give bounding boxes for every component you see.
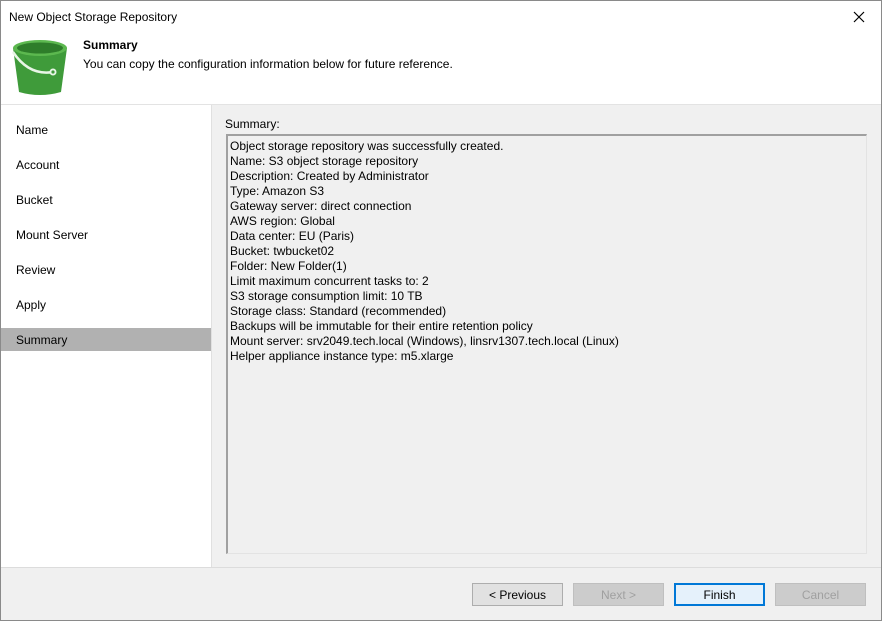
step-title: Summary xyxy=(83,38,138,52)
sidebar-item-label: Review xyxy=(16,262,56,277)
summary-line: Bucket: twbucket02 xyxy=(230,244,335,258)
summary-line: AWS region: Global xyxy=(230,214,335,228)
previous-button[interactable]: < Previous xyxy=(472,583,563,606)
summary-line: S3 storage consumption limit: 10 TB xyxy=(230,289,423,303)
window-title: New Object Storage Repository xyxy=(9,9,178,24)
sidebar-item-apply[interactable]: Apply xyxy=(1,293,211,316)
close-button[interactable] xyxy=(837,1,881,32)
sidebar-item-review[interactable]: Review xyxy=(1,258,211,281)
summary-line: Object storage repository was successful… xyxy=(230,139,504,153)
summary-line: Storage class: Standard (recommended) xyxy=(230,304,447,318)
sidebar-item-account[interactable]: Account xyxy=(1,153,211,176)
wizard-header: Summary You can copy the configuration i… xyxy=(1,32,881,105)
wizard-footer: < Previous Next > Finish Cancel xyxy=(1,567,881,620)
sidebar-item-bucket[interactable]: Bucket xyxy=(1,188,211,211)
bucket-icon xyxy=(11,40,67,95)
summary-line: Data center: EU (Paris) xyxy=(230,229,355,243)
summary-line: Description: Created by Administrator xyxy=(230,169,429,183)
wizard-window: New Object Storage Repository Summary Yo… xyxy=(0,0,882,621)
summary-line: Mount server: srv2049.tech.local (Window… xyxy=(230,334,619,348)
sidebar-item-name[interactable]: Name xyxy=(1,118,211,141)
sidebar-item-label: Summary xyxy=(16,332,68,347)
summary-line: Backups will be immutable for their enti… xyxy=(230,319,533,333)
summary-line: Name: S3 object storage repository xyxy=(230,154,419,168)
close-icon xyxy=(853,11,865,22)
summary-line: Gateway server: direct connection xyxy=(230,199,412,213)
step-subtitle: You can copy the configuration informati… xyxy=(83,57,453,71)
summary-panel: Summary: Object storage repository was s… xyxy=(212,105,881,567)
summary-line: Helper appliance instance type: m5.xlarg… xyxy=(230,349,454,363)
sidebar-item-label: Account xyxy=(16,157,60,172)
wizard-steps-sidebar: Name Account Bucket Mount Server Review … xyxy=(1,105,212,567)
finish-button[interactable]: Finish xyxy=(674,583,765,606)
sidebar-item-summary[interactable]: Summary xyxy=(1,328,211,351)
sidebar-item-label: Apply xyxy=(16,297,47,312)
summary-textbox[interactable]: Object storage repository was successful… xyxy=(226,134,867,554)
summary-line: Folder: New Folder(1) xyxy=(230,259,347,273)
title-bar: New Object Storage Repository xyxy=(1,1,881,32)
summary-line: Type: Amazon S3 xyxy=(230,184,325,198)
cancel-button: Cancel xyxy=(775,583,866,606)
sidebar-item-label: Name xyxy=(16,122,49,137)
sidebar-item-label: Mount Server xyxy=(16,227,89,242)
summary-label: Summary: xyxy=(225,117,280,131)
summary-line: Limit maximum concurrent tasks to: 2 xyxy=(230,274,429,288)
sidebar-item-label: Bucket xyxy=(16,192,53,207)
sidebar-item-mount-server[interactable]: Mount Server xyxy=(1,223,211,246)
next-button: Next > xyxy=(573,583,664,606)
